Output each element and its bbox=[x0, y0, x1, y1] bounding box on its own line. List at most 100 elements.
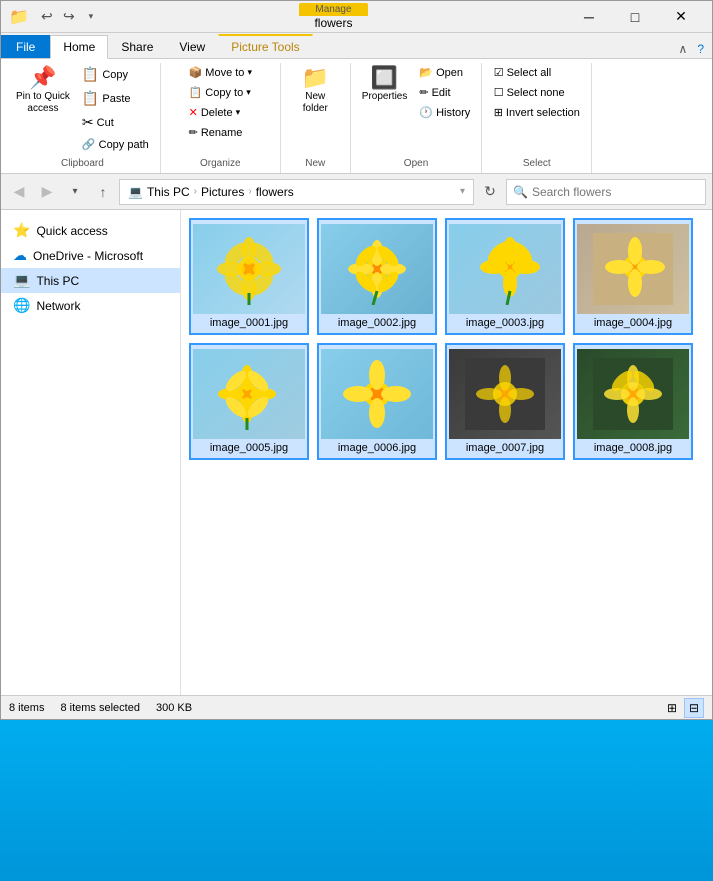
status-left: 8 items 8 items selected 300 KB bbox=[9, 702, 662, 714]
organize-label: Organize bbox=[200, 154, 241, 169]
delete-button[interactable]: ✕ Delete ▾ bbox=[184, 103, 257, 122]
file-item[interactable]: image_0002.jpg bbox=[317, 218, 437, 335]
address-path[interactable]: 💻 This PC › Pictures › flowers ▾ bbox=[119, 179, 474, 205]
open-label: Open bbox=[404, 154, 428, 169]
path-sep-2: › bbox=[248, 186, 251, 197]
file-item[interactable]: image_0008.jpg bbox=[573, 343, 693, 460]
new-folder-icon: 📁 bbox=[302, 67, 329, 89]
file-thumbnail bbox=[193, 224, 305, 314]
move-to-button[interactable]: 📦 Move to ▾ bbox=[184, 63, 257, 82]
file-item[interactable]: image_0005.jpg bbox=[189, 343, 309, 460]
ribbon-collapse-btn[interactable]: ∧ bbox=[675, 40, 692, 58]
delete-icon: ✕ bbox=[189, 106, 198, 119]
item-count: 8 items bbox=[9, 702, 44, 714]
qat-dropdown[interactable]: ▾ bbox=[81, 7, 101, 27]
details-view-button[interactable]: ⊞ bbox=[662, 698, 682, 718]
organize-col: 📦 Move to ▾ 📋 Copy to ▾ ✕ Delete ▾ bbox=[184, 63, 257, 142]
path-this-pc[interactable]: This PC bbox=[147, 185, 190, 199]
ribbon-tabs: File Home Share View Picture Tools ∧ ? bbox=[1, 33, 712, 59]
close-button[interactable]: ✕ bbox=[658, 1, 704, 33]
path-dropdown[interactable]: ▾ bbox=[460, 186, 465, 197]
select-none-icon: ☐ bbox=[494, 86, 504, 99]
file-item[interactable]: image_0001.jpg bbox=[189, 218, 309, 335]
select-all-icon: ☑ bbox=[494, 66, 504, 79]
invert-label: Invert selection bbox=[506, 107, 580, 119]
edit-button[interactable]: ✏ Edit bbox=[414, 83, 475, 102]
pin-label: Pin to Quickaccess bbox=[16, 91, 70, 115]
ribbon-group-open: 🔲 Properties 📂 Open ✏ Edit 🕐 History bbox=[351, 63, 483, 173]
up-button[interactable]: ↑ bbox=[91, 180, 115, 204]
maximize-button[interactable]: □ bbox=[612, 1, 658, 33]
tab-file[interactable]: File bbox=[1, 35, 50, 58]
minimize-button[interactable]: ─ bbox=[566, 1, 612, 33]
new-folder-button[interactable]: 📁 Newfolder bbox=[296, 63, 334, 119]
select-none-button[interactable]: ☐ Select none bbox=[489, 83, 585, 102]
rename-label: Rename bbox=[201, 127, 243, 139]
search-box[interactable]: 🔍 bbox=[506, 179, 706, 205]
sidebar-item-label: OneDrive - Microsoft bbox=[33, 249, 143, 263]
help-btn[interactable]: ? bbox=[693, 40, 708, 58]
open-button[interactable]: 📂 Open bbox=[414, 63, 475, 82]
tab-view[interactable]: View bbox=[166, 35, 218, 58]
file-item[interactable]: image_0007.jpg bbox=[445, 343, 565, 460]
clipboard-col: 📋 Copy 📋 Paste ✂ Cut 🔗 Copy path bbox=[77, 63, 154, 154]
sidebar-item-this-pc[interactable]: 💻 This PC bbox=[1, 268, 180, 293]
paste-button[interactable]: 📋 Paste bbox=[77, 87, 154, 110]
daffodil-svg bbox=[593, 358, 673, 430]
sidebar-item-onedrive[interactable]: ☁ OneDrive - Microsoft bbox=[1, 243, 180, 268]
path-root-icon: 💻 bbox=[128, 185, 143, 199]
edit-label: Edit bbox=[432, 87, 451, 99]
tab-picture-tools[interactable]: Picture Tools bbox=[218, 34, 312, 58]
daffodil-svg bbox=[465, 358, 545, 430]
undo-button[interactable]: ↩ bbox=[37, 7, 57, 27]
file-item[interactable]: image_0003.jpg bbox=[445, 218, 565, 335]
redo-button[interactable]: ↪ bbox=[59, 7, 79, 27]
copy-to-dropdown[interactable]: ▾ bbox=[246, 87, 251, 98]
ribbon-group-select: ☑ Select all ☐ Select none ⊞ Invert sele… bbox=[482, 63, 592, 173]
copy-to-button[interactable]: 📋 Copy to ▾ bbox=[184, 83, 257, 102]
copy-path-button[interactable]: 🔗 Copy path bbox=[77, 135, 154, 154]
move-to-dropdown[interactable]: ▾ bbox=[247, 67, 252, 78]
file-item[interactable]: image_0006.jpg bbox=[317, 343, 437, 460]
daffodil-svg bbox=[593, 233, 673, 305]
tab-share[interactable]: Share bbox=[108, 35, 166, 58]
invert-selection-button[interactable]: ⊞ Invert selection bbox=[489, 103, 585, 122]
daffodil-svg bbox=[337, 358, 417, 430]
file-area: image_0001.jpg bbox=[181, 210, 712, 695]
forward-button[interactable]: ▶ bbox=[35, 180, 59, 204]
sidebar-item-network[interactable]: 🌐 Network bbox=[1, 293, 180, 318]
file-thumbnail bbox=[577, 349, 689, 439]
cut-button[interactable]: ✂ Cut bbox=[77, 111, 154, 134]
sidebar: ⭐ Quick access ☁ OneDrive - Microsoft 💻 … bbox=[1, 210, 181, 695]
desktop-area bbox=[0, 720, 713, 881]
onedrive-icon: ☁ bbox=[13, 247, 27, 264]
organize-items: 📦 Move to ▾ 📋 Copy to ▾ ✕ Delete ▾ bbox=[184, 63, 257, 154]
refresh-button[interactable]: ↻ bbox=[478, 180, 502, 204]
history-button[interactable]: 🕐 History bbox=[414, 103, 475, 122]
history-label: History bbox=[436, 107, 470, 119]
search-input[interactable] bbox=[532, 185, 699, 199]
recent-locations-button[interactable]: ▾ bbox=[63, 180, 87, 204]
copy-button[interactable]: 📋 Copy bbox=[77, 63, 154, 86]
file-item[interactable]: image_0004.jpg bbox=[573, 218, 693, 335]
pin-to-quick-access-button[interactable]: 📌 Pin to Quickaccess bbox=[11, 63, 75, 119]
open-label: Open bbox=[436, 67, 463, 79]
rename-button[interactable]: ✏ Rename bbox=[184, 123, 257, 142]
edit-icon: ✏ bbox=[419, 86, 428, 99]
select-col: ☑ Select all ☐ Select none ⊞ Invert sele… bbox=[489, 63, 585, 122]
delete-dropdown[interactable]: ▾ bbox=[236, 107, 241, 118]
properties-button[interactable]: 🔲 Properties bbox=[357, 63, 413, 107]
sidebar-item-quick-access[interactable]: ⭐ Quick access bbox=[1, 218, 180, 243]
daffodil-svg bbox=[209, 358, 289, 430]
large-icons-view-button[interactable]: ⊟ bbox=[684, 698, 704, 718]
copy-icon: 📋 bbox=[82, 66, 99, 83]
path-pictures[interactable]: Pictures bbox=[201, 185, 244, 199]
daffodil-svg bbox=[465, 233, 545, 305]
tab-home[interactable]: Home bbox=[50, 35, 108, 59]
file-name: image_0004.jpg bbox=[594, 317, 672, 329]
back-button[interactable]: ◀ bbox=[7, 180, 31, 204]
properties-icon: 🔲 bbox=[371, 67, 398, 89]
select-all-button[interactable]: ☑ Select all bbox=[489, 63, 585, 82]
path-flowers[interactable]: flowers bbox=[256, 185, 294, 199]
paste-label: Paste bbox=[102, 93, 130, 105]
